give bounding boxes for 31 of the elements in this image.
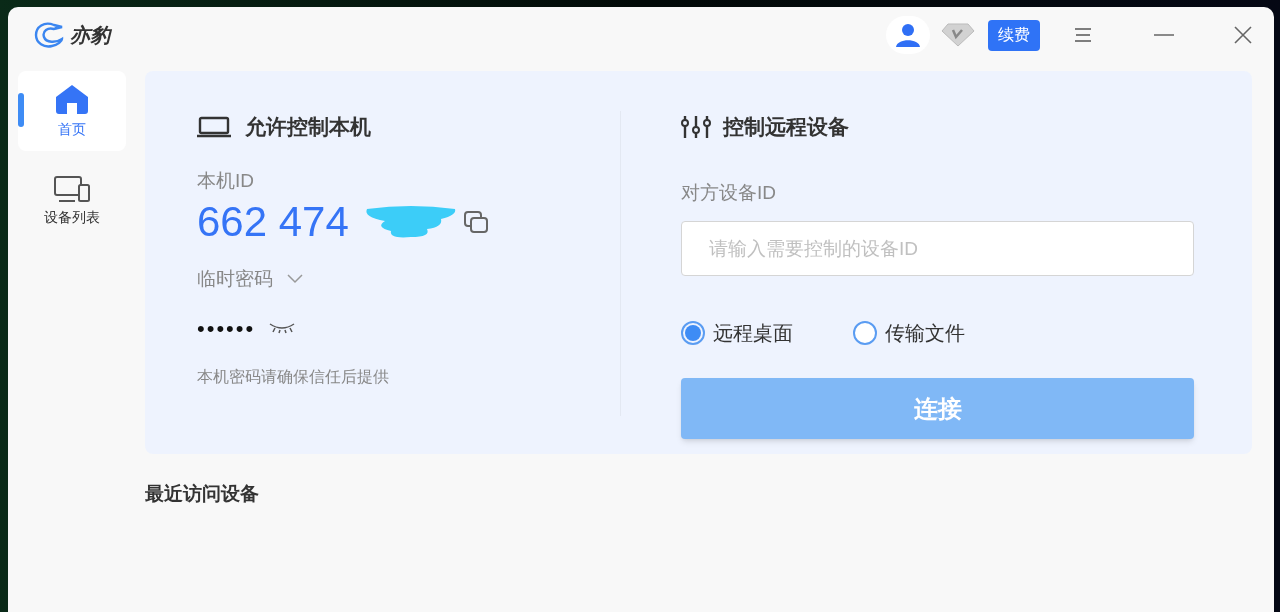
- device-id-field[interactable]: 请输入需要控制的设备ID: [681, 221, 1194, 276]
- home-icon: [54, 82, 90, 115]
- sidebar-item[interactable]: 首页: [18, 71, 126, 151]
- field-label: 本机ID: [197, 168, 255, 193]
- diamond-icon[interactable]: [940, 22, 976, 48]
- copy-icon[interactable]: [462, 210, 489, 234]
- section-title: 最近访问设备: [145, 482, 260, 506]
- avatar-icon[interactable]: [886, 16, 930, 54]
- mode-radio[interactable]: 传输文件: [853, 318, 965, 348]
- closed-eye-icon[interactable]: [269, 322, 296, 334]
- selection-indicator: [18, 93, 24, 127]
- sidebar-item[interactable]: 设备列表: [18, 161, 126, 241]
- app-name: 亦豹: [70, 23, 110, 48]
- mode-radio[interactable]: 远程桌面: [681, 318, 793, 348]
- hint-text: 本机密码请确保信任后提供: [197, 366, 390, 387]
- renew-button[interactable]: 续费: [988, 19, 1040, 51]
- device-id: 662 474: [197, 201, 349, 243]
- chevron-down-icon[interactable]: [287, 274, 303, 285]
- section-title: 控制远程设备: [723, 114, 849, 140]
- sidebar-label: 首页: [58, 119, 86, 139]
- sliders-icon: [681, 114, 711, 139]
- field-label: 对方设备ID: [681, 180, 777, 205]
- sidebar-label: 设备列表: [44, 207, 100, 227]
- leopard-logo-icon: [34, 21, 66, 49]
- section-title: 允许控制本机: [245, 114, 371, 140]
- close-icon[interactable]: [1234, 26, 1252, 44]
- field-label: 临时密码: [197, 267, 273, 291]
- monitor-icon: [53, 174, 91, 203]
- password-dots: ••••••: [197, 314, 256, 343]
- laptop-icon: [197, 115, 231, 138]
- menu-icon[interactable]: [1074, 28, 1092, 42]
